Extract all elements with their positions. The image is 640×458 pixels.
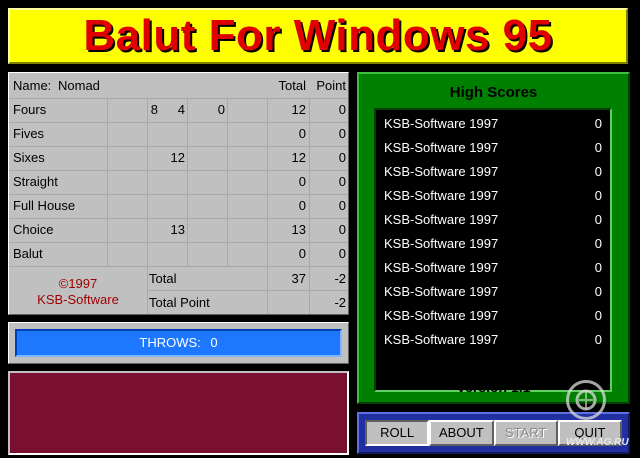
grand-total-point: -2	[334, 295, 346, 310]
roll-cell-2: 13	[170, 222, 185, 237]
row-label: Straight	[13, 174, 58, 189]
high-score-name: KSB-Software 1997	[384, 188, 499, 203]
high-score-value: 0	[594, 236, 602, 251]
row-fours[interactable]: Fours 8 4 0 12 0	[9, 98, 348, 122]
start-button[interactable]: START	[493, 420, 558, 446]
high-scores-title: High Scores	[449, 84, 538, 101]
high-score-name: KSB-Software 1997	[384, 212, 499, 227]
roll-button[interactable]: ROLL	[365, 420, 430, 446]
throws-panel: THROWS: 0	[8, 322, 349, 364]
throws-value: 0	[210, 335, 218, 350]
row-point: 0	[338, 246, 346, 261]
high-scores-list: KSB-Software 1997 0 KSB-Software 1997 0 KS…	[374, 108, 612, 392]
high-score-name: KSB-Software 1997	[384, 164, 499, 179]
high-score-value: 0	[594, 260, 602, 275]
total-row: Total 37 -2	[9, 267, 348, 291]
high-score-name: KSB-Software 1997	[384, 308, 499, 323]
total-point-row: Total Point -2	[9, 291, 348, 315]
row-balut[interactable]: Balut 0 0	[9, 242, 348, 266]
player-name: Nomad	[58, 78, 100, 93]
high-score-entry: KSB-Software 1997 0	[376, 208, 610, 232]
row-label: Full House	[13, 198, 76, 213]
row-fives[interactable]: Fives 0 0	[9, 122, 348, 146]
row-total: 0	[298, 174, 306, 189]
high-score-entry: KSB-Software 1997 0	[376, 160, 610, 184]
high-score-name: KSB-Software 1997	[384, 332, 499, 347]
total-value: 37	[291, 271, 306, 286]
high-score-name: KSB-Software 1997	[384, 236, 499, 251]
row-point: 0	[338, 198, 346, 213]
row-full-house[interactable]: Full House 0 0	[9, 194, 348, 218]
high-score-value: 0	[594, 164, 602, 179]
roll-cell-2: 12	[170, 150, 185, 165]
high-score-value: 0	[594, 284, 602, 299]
row-point: 0	[338, 174, 346, 189]
throws-label: THROWS:	[139, 335, 201, 350]
watermark-text: WWW.AG.RU	[566, 437, 629, 448]
total-point-label: Total Point	[149, 295, 210, 310]
game-title: Balut For Windows 95	[83, 11, 553, 60]
watermark-logo-icon	[566, 380, 606, 420]
row-label: Balut	[13, 246, 43, 261]
high-score-value: 0	[594, 188, 602, 203]
high-score-name: KSB-Software 1997	[384, 284, 499, 299]
high-score-value: 0	[594, 212, 602, 227]
high-score-value: 0	[594, 116, 602, 131]
row-total: 0	[298, 246, 306, 261]
roll-cell-2: 4	[177, 102, 185, 117]
high-scores-panel: High Scores KSB-Software 1997 0 KSB-Softw…	[357, 72, 630, 404]
row-straight[interactable]: Straight 0 0	[9, 170, 348, 194]
high-score-value: 0	[594, 140, 602, 155]
total-point-value: -2	[334, 271, 346, 286]
row-total: 13	[291, 222, 306, 237]
high-score-entry: KSB-Software 1997 0	[376, 184, 610, 208]
row-point: 0	[338, 102, 346, 117]
total-label: Total	[149, 271, 177, 286]
about-button[interactable]: ABOUT	[429, 420, 494, 446]
roll-cell-3: 0	[217, 102, 225, 117]
high-score-entry: KSB-Software 1997 0	[376, 112, 610, 136]
row-point: 0	[338, 150, 346, 165]
point-header: Point	[316, 78, 346, 93]
title-banner: Balut For Windows 95	[8, 8, 628, 64]
row-total: 12	[291, 102, 306, 117]
scorecard-header: Name: Nomad Total Point	[9, 74, 348, 98]
row-point: 0	[338, 126, 346, 141]
throws-indicator: THROWS: 0	[15, 329, 342, 357]
row-label: Fours	[13, 102, 47, 117]
row-label: Sixes	[13, 150, 45, 165]
scorecard: Name: Nomad Total Point Fours 8 4 0 12 0…	[8, 72, 349, 315]
high-score-entry: KSB-Software 1997 0	[376, 328, 610, 352]
row-total: 0	[298, 198, 306, 213]
row-choice[interactable]: Choice 13 13 0	[9, 218, 348, 242]
row-label: Choice	[13, 222, 54, 237]
total-header: Total	[278, 78, 306, 93]
row-sixes[interactable]: Sixes 12 12 0	[9, 146, 348, 170]
high-score-name: KSB-Software 1997	[384, 140, 499, 155]
row-total: 0	[298, 126, 306, 141]
high-score-entry: KSB-Software 1997 0	[376, 136, 610, 160]
high-score-entry: KSB-Software 1997 0	[376, 304, 610, 328]
row-total: 12	[291, 150, 306, 165]
high-score-name: KSB-Software 1997	[384, 116, 499, 131]
high-score-value: 0	[594, 308, 602, 323]
high-score-name: KSB-Software 1997	[384, 260, 499, 275]
row-point: 0	[338, 222, 346, 237]
high-score-value: 0	[594, 332, 602, 347]
row-label: Fives	[13, 126, 45, 141]
high-score-entry: KSB-Software 1997 0	[376, 280, 610, 304]
dice-tray[interactable]	[8, 371, 349, 455]
high-score-entry: KSB-Software 1997 0	[376, 256, 610, 280]
name-label: Name:	[13, 78, 52, 93]
roll-cell-1: 8	[150, 102, 158, 117]
high-score-entry: KSB-Software 1997 0	[376, 232, 610, 256]
